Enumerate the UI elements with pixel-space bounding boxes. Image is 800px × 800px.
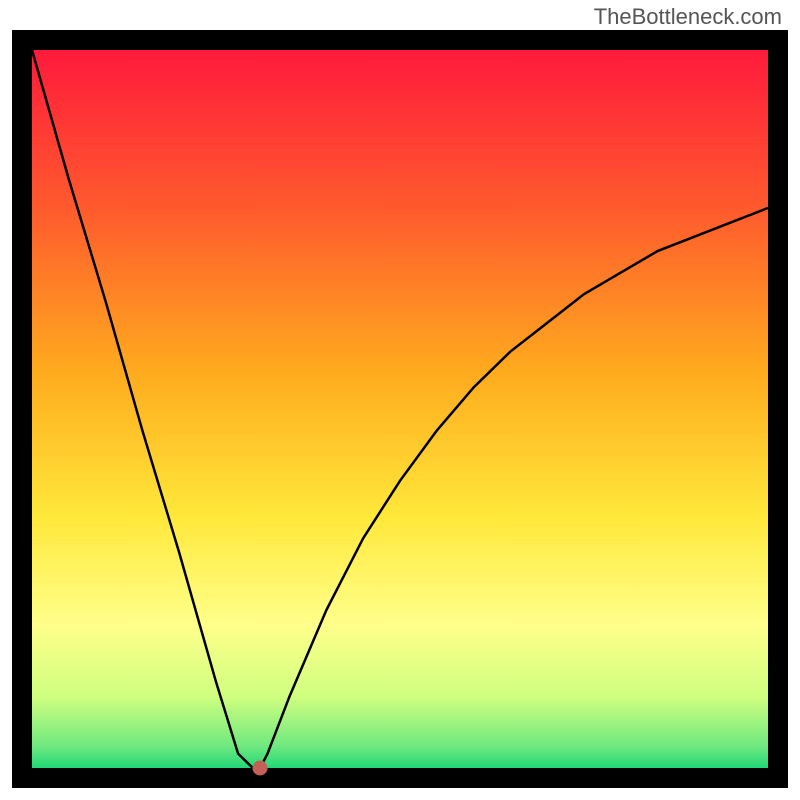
bottleneck-curve xyxy=(32,50,768,768)
watermark-text: TheBottleneck.com xyxy=(594,4,782,30)
chart-frame xyxy=(12,30,788,788)
optimal-point-marker xyxy=(253,761,268,776)
